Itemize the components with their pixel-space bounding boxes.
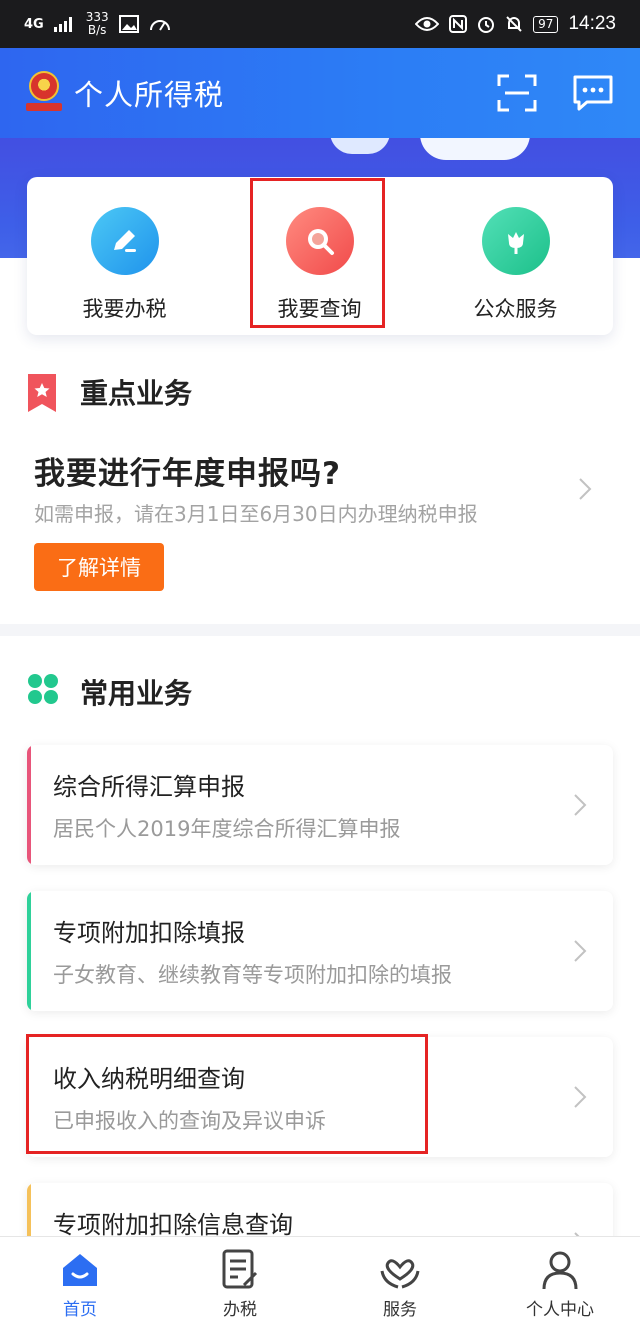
home-icon [57,1247,103,1293]
nfc-icon [449,15,468,33]
section-divider [0,624,640,636]
pencil-icon [90,207,159,275]
chat-bubble-icon [573,75,613,111]
flower-icon [481,207,550,275]
gallery-icon [118,15,139,33]
card-accent-bar [27,891,31,1011]
document-icon [217,1247,263,1293]
card-title: 综合所得汇算申报 [53,773,245,801]
card-description: 居民个人2019年度综合所得汇算申报 [53,817,401,841]
card-accent-bar [27,745,31,865]
highlight-box-query [250,178,385,328]
signal-indicator: 4G [24,16,44,32]
chevron-right-icon [574,794,587,816]
card-description: 子女教育、继续教育等专项附加扣除的填报 [53,963,452,987]
highlight-box-income-query [26,1034,428,1154]
learn-more-button[interactable]: 了解详情 [34,543,164,591]
common-business-title: 常用业务 [80,677,193,710]
bookmark-star-icon [28,374,56,412]
status-bar: 4G 333 B/s 97 14:23 [0,0,640,48]
bottom-navigation: 首页 办税 服务 个人中心 [0,1236,640,1327]
quick-action-tax-filing[interactable]: 我要办税 [27,177,222,335]
network-speed: 333 B/s [85,10,109,37]
app-header: 个人所得税 [0,48,640,138]
speedometer-icon [149,20,170,31]
business-card-comprehensive-income[interactable]: 综合所得汇算申报 居民个人2019年度综合所得汇算申报 [27,745,613,865]
chevron-right-icon [574,940,587,962]
business-card-special-deduction-filing[interactable]: 专项附加扣除填报 子女教育、继续教育等专项附加扣除的填报 [27,891,613,1011]
scan-icon [497,74,537,112]
nav-tab-profile[interactable]: 个人中心 [480,1237,640,1327]
tax-emblem-logo [26,71,62,115]
mute-bell-icon [506,16,522,32]
chevron-right-icon [574,1086,587,1108]
chevron-right-icon[interactable] [578,477,592,501]
grid-clover-icon [28,674,58,704]
message-button[interactable] [572,72,614,114]
eye-icon [415,17,440,31]
clock: 14:23 [568,13,616,34]
nav-tab-service[interactable]: 服务 [320,1237,480,1327]
alarm-icon [478,17,495,33]
nav-tab-tax[interactable]: 办税 [160,1237,320,1327]
nav-tab-home[interactable]: 首页 [0,1237,160,1327]
card-title: 专项附加扣除填报 [53,919,245,947]
key-business-title: 重点业务 [80,377,193,410]
annual-filing-question[interactable]: 我要进行年度申报吗? [34,448,341,493]
user-icon [537,1247,583,1293]
heart-hands-icon [377,1247,423,1293]
battery-indicator: 97 [533,15,559,33]
scan-button[interactable] [496,72,538,114]
app-title: 个人所得税 [74,78,225,112]
quick-action-public-service[interactable]: 公众服务 [418,177,613,335]
annual-filing-description: 如需申报，请在3月1日至6月30日内办理纳税申报 [34,502,478,526]
signal-bars-icon [53,17,72,32]
card-title: 专项附加扣除信息查询 [53,1211,293,1239]
